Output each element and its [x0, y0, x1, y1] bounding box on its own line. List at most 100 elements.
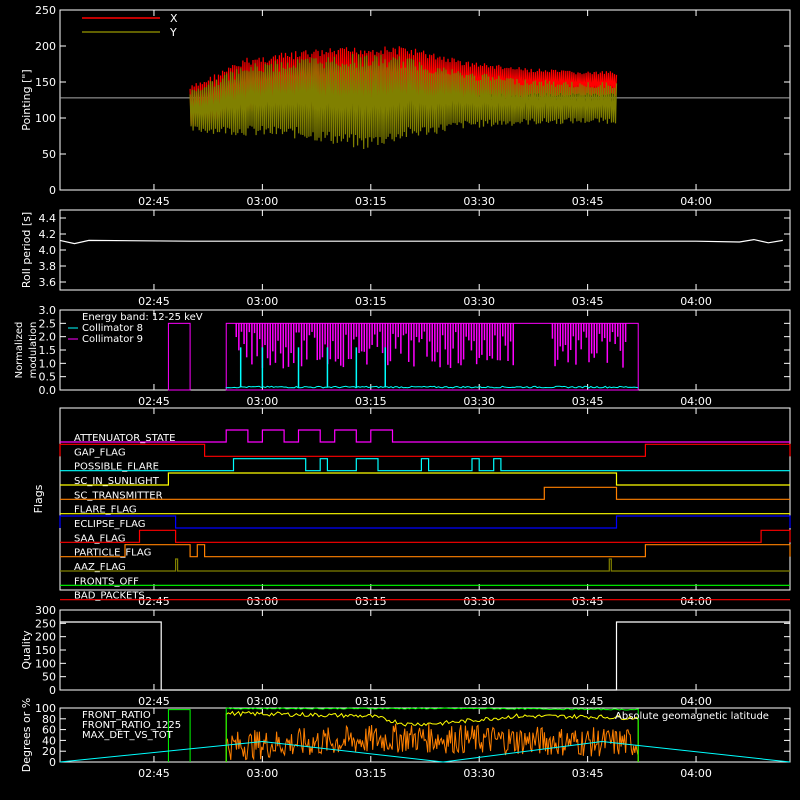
x-tick-label: 03:15 [355, 195, 387, 208]
x-tick-label: 03:15 [355, 695, 387, 708]
x-tick-label: 03:45 [572, 695, 604, 708]
pointing-series-Y [189, 53, 618, 150]
x-tick-label: 02:45 [138, 395, 170, 408]
flag-label-gap_flag: GAP_FLAG [74, 447, 126, 458]
x-tick-label: 03:15 [355, 595, 387, 608]
x-tick-label: 03:00 [247, 695, 279, 708]
x-tick-label: 03:45 [572, 295, 604, 308]
x-tick-label: 03:30 [463, 295, 495, 308]
flags-ylabel: Flags [32, 484, 45, 513]
modulation-col8-line [225, 385, 639, 389]
y-tick-label: 100 [35, 112, 56, 125]
x-tick-label: 03:30 [463, 595, 495, 608]
x-tick-label: 03:30 [463, 695, 495, 708]
x-tick-label: 03:45 [572, 195, 604, 208]
x-tick-label: 02:45 [138, 767, 170, 780]
y-tick-label: 1.5 [39, 344, 57, 357]
x-tick-label: 03:30 [463, 395, 495, 408]
x-tick-label: 02:45 [138, 295, 170, 308]
modulation-legend-label-0: Energy band: 12-25 keV [82, 312, 203, 323]
quality-ylabel: Quality [20, 630, 33, 670]
pointing-ylabel: Pointing ["] [20, 69, 33, 130]
x-tick-label: 03:15 [355, 395, 387, 408]
x-tick-label: 03:00 [247, 295, 279, 308]
flag-label-bad_packets: BAD_PACKETS [74, 591, 145, 602]
flag-label-flare_flag: FLARE_FLAG [74, 505, 137, 516]
flag-trace-possible_flare [60, 458, 790, 472]
y-tick-label: 3.6 [39, 276, 57, 289]
flag-label-attenuator_state: ATTENUATOR_STATE [74, 433, 175, 444]
flag-label-possible_flare: POSSIBLE_FLARE [74, 462, 159, 473]
fronts-legend-3: Absolute geomagnetic latitude [615, 711, 769, 722]
flag-label-sc_transmitter: SC_TRANSMITTER [74, 490, 163, 501]
x-tick-label: 02:45 [138, 195, 170, 208]
y-tick-label: 200 [35, 631, 56, 644]
modulation-legend-label-1: Collimator 8 [82, 323, 143, 334]
roll-series [59, 238, 783, 245]
x-tick-label: 03:00 [247, 767, 279, 780]
flag-trace-aaz_flag [60, 558, 790, 572]
modulation-ylabel-2: modulation [28, 322, 39, 379]
summary-plot: 02:45 03:00 03:15 03:30 03:45 04:00 0 50 100 150 2… [0, 0, 800, 800]
x-tick-label: 03:00 [247, 395, 279, 408]
x-tick-label: 03:30 [463, 195, 495, 208]
flag-trace-sc_in_sunlight [60, 472, 790, 486]
x-tick-label: 03:45 [572, 767, 604, 780]
y-tick-label: 0 [49, 684, 56, 697]
x-tick-label: 03:15 [355, 767, 387, 780]
x-tick-label: 04:00 [680, 295, 712, 308]
y-tick-label: 250 [35, 617, 56, 630]
panel-frame-1 [59, 209, 791, 291]
legend-label-X: X [170, 12, 178, 25]
flag-label-eclipse_flag: ECLIPSE_FLAG [74, 519, 145, 530]
y-tick-label: 3.8 [39, 260, 57, 273]
y-tick-label: 0.0 [39, 384, 57, 397]
x-tick-label: 02:45 [138, 695, 170, 708]
x-tick-label: 03:45 [572, 395, 604, 408]
y-tick-label: 4.0 [39, 244, 57, 257]
x-tick-label: 03:15 [355, 295, 387, 308]
fronts-series-max_det_vs_tot [225, 723, 639, 763]
x-tick-label: 03:45 [572, 595, 604, 608]
quality-series [60, 621, 790, 691]
y-tick-label: 150 [35, 644, 56, 657]
flag-label-fronts_off: FRONTS_OFF [74, 576, 139, 587]
plot-canvas: 02:45 03:00 03:15 03:30 03:45 04:000501001502… [14, 4, 791, 780]
modulation-legend-label-2: Collimator 9 [82, 334, 143, 345]
roll-ylabel: Roll period [s] [20, 212, 33, 288]
flag-trace-eclipse_flag [59, 515, 791, 529]
y-tick-label: 2.5 [39, 317, 57, 330]
y-tick-label: 0.5 [39, 371, 57, 384]
y-tick-label: 2.0 [39, 331, 57, 344]
y-tick-label: 3.0 [39, 304, 57, 317]
modulation-early-block [167, 322, 191, 391]
y-tick-label: 300 [35, 604, 56, 617]
y-tick-label: 1.0 [39, 357, 57, 370]
y-tick-label: 50 [42, 148, 56, 161]
x-tick-label: 04:00 [680, 395, 712, 408]
x-tick-label: 03:00 [247, 195, 279, 208]
x-tick-label: 04:00 [680, 767, 712, 780]
y-tick-label: 0 [49, 184, 56, 197]
flag-trace-sc_transmitter [60, 486, 790, 500]
x-tick-label: 04:00 [680, 595, 712, 608]
flag-trace-particle_flag [60, 544, 791, 558]
flag-label-sc_in_sunlight: SC_IN_SUNLIGHT [74, 476, 160, 487]
y-tick-label: 4.2 [39, 228, 57, 241]
y-tick-label: 50 [42, 671, 56, 684]
flag-trace-saa_flag [60, 529, 791, 543]
y-tick-label: 100 [35, 702, 56, 715]
y-tick-label: 100 [35, 657, 56, 670]
y-tick-label: 250 [35, 4, 56, 17]
fronts-legend-2: MAX_DET_VS_TOT [82, 730, 174, 741]
x-tick-label: 03:30 [463, 767, 495, 780]
y-tick-label: 4.4 [39, 212, 57, 225]
fronts-series-geomagnetic-latitude [59, 740, 791, 763]
y-tick-label: 150 [35, 76, 56, 89]
modulation-ylabel-1: Normalized [14, 322, 25, 379]
x-tick-label: 04:00 [680, 195, 712, 208]
y-tick-label: 200 [35, 40, 56, 53]
x-tick-label: 04:00 [680, 695, 712, 708]
flag-trace-gap_flag [59, 443, 791, 457]
legend-label-Y: Y [169, 26, 177, 39]
